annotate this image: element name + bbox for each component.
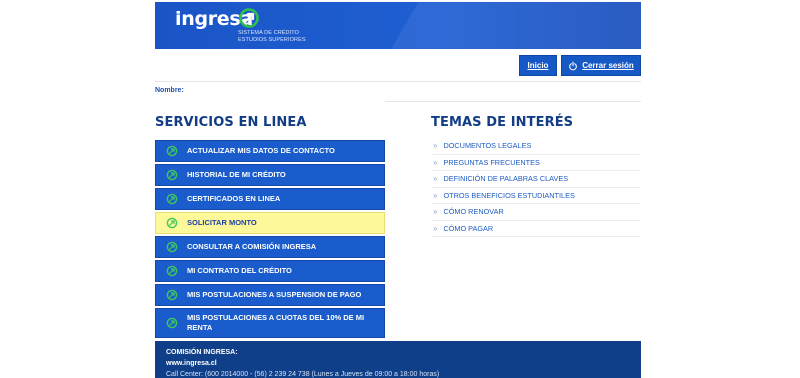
bullet-icon: » [433, 207, 438, 217]
service-label: MIS POSTULACIONES A CUOTAS DEL 10% DE MI… [187, 313, 365, 332]
tema-item-documentos-legales[interactable]: » DOCUMENTOS LEGALES [431, 138, 641, 155]
nombre-label: Nombre: [155, 87, 184, 94]
tema-link[interactable]: CÓMO RENOVAR [443, 207, 503, 216]
power-icon [569, 60, 578, 70]
service-label: HISTORIAL DE MI CRÉDITO [187, 170, 286, 179]
arrow-circle-icon [166, 289, 178, 301]
nombre-divider [385, 101, 641, 102]
arrow-circle-icon [166, 317, 178, 329]
service-item-actualizar-datos[interactable]: ACTUALIZAR MIS DATOS DE CONTACTO [155, 140, 385, 162]
footer-website-link[interactable]: www.ingresa.cl [166, 360, 630, 367]
arrow-circle-icon [166, 193, 178, 205]
service-label: SOLICITAR MONTO [187, 218, 257, 227]
bullet-icon: » [433, 141, 438, 151]
tema-item-como-pagar[interactable]: » CÓMO PAGAR [431, 221, 641, 237]
service-label: MI CONTRATO DEL CRÉDITO [187, 266, 292, 275]
footer: COMISIÓN INGRESA: www.ingresa.cl Call Ce… [155, 341, 641, 378]
arrow-circle-icon [166, 217, 178, 229]
logo-subtitle: SISTEMA DE CRÉDITO ESTUDIOS SUPERIORES [238, 30, 306, 43]
bullet-icon: » [433, 157, 438, 167]
service-item-cuotas-renta[interactable]: MIS POSTULACIONES A CUOTAS DEL 10% DE MI… [155, 308, 385, 338]
service-item-consultar-comision[interactable]: CONSULTAR A COMISIÓN INGRESA [155, 236, 385, 258]
services-list: ACTUALIZAR MIS DATOS DE CONTACTO HISTORI… [155, 140, 385, 340]
bullet-icon: » [433, 223, 438, 233]
logout-button[interactable]: Cerrar sesión [561, 55, 641, 76]
arrow-circle-icon [166, 145, 178, 157]
arrow-circle-icon [166, 241, 178, 253]
logout-label: Cerrar sesión [582, 61, 634, 70]
temas-list: » DOCUMENTOS LEGALES » PREGUNTAS FRECUEN… [431, 138, 641, 237]
divider [155, 81, 641, 82]
service-item-certificados[interactable]: CERTIFICADOS EN LINEA [155, 188, 385, 210]
logo-arrow-icon [239, 8, 259, 28]
tema-link[interactable]: DEFINICIÓN DE PALABRAS CLAVES [443, 174, 568, 183]
service-label: CONSULTAR A COMISIÓN INGRESA [187, 242, 317, 251]
inicio-label: Inicio [527, 61, 549, 70]
tema-link[interactable]: CÓMO PAGAR [443, 224, 493, 233]
inicio-button[interactable]: Inicio [519, 55, 557, 76]
logo-subtitle-line2: ESTUDIOS SUPERIORES [238, 36, 306, 43]
logo-subtitle-line1: SISTEMA DE CRÉDITO [238, 30, 299, 36]
service-item-contrato[interactable]: MI CONTRATO DEL CRÉDITO [155, 260, 385, 282]
service-item-solicitar-monto[interactable]: SOLICITAR MONTO [155, 212, 385, 234]
arrow-circle-icon [166, 265, 178, 277]
tema-link[interactable]: OTROS BENEFICIOS ESTUDIANTILES [443, 191, 574, 200]
tema-link[interactable]: PREGUNTAS FRECUENTES [443, 158, 539, 167]
services-title: SERVICIOS EN LINEA [155, 115, 307, 130]
service-item-suspension-pago[interactable]: MIS POSTULACIONES A SUSPENSION DE PAGO [155, 284, 385, 306]
header-banner: ingresa SISTEMA DE CRÉDITO ESTUDIOS SUPE… [155, 2, 641, 49]
footer-callcenter: Call Center: (600 2014000 - (56) 2 239 2… [166, 371, 440, 378]
service-label: ACTUALIZAR MIS DATOS DE CONTACTO [187, 146, 335, 155]
service-label: CERTIFICADOS EN LINEA [187, 194, 281, 203]
tema-item-preguntas-frecuentes[interactable]: » PREGUNTAS FRECUENTES [431, 155, 641, 171]
bullet-icon: » [433, 174, 438, 184]
header-decoration [366, 2, 641, 49]
tema-item-definicion-palabras[interactable]: » DEFINICIÓN DE PALABRAS CLAVES [431, 171, 641, 188]
footer-org-label: COMISIÓN INGRESA: [166, 349, 238, 356]
arrow-circle-icon [166, 169, 178, 181]
bullet-icon: » [433, 190, 438, 200]
service-label: MIS POSTULACIONES A SUSPENSION DE PAGO [187, 290, 362, 299]
tema-item-otros-beneficios[interactable]: » OTROS BENEFICIOS ESTUDIANTILES [431, 188, 641, 204]
tema-item-como-renovar[interactable]: » CÓMO RENOVAR [431, 204, 641, 221]
tema-link[interactable]: DOCUMENTOS LEGALES [443, 141, 531, 150]
service-item-historial[interactable]: HISTORIAL DE MI CRÉDITO [155, 164, 385, 186]
temas-title: TEMAS DE INTERÉS [431, 115, 574, 130]
